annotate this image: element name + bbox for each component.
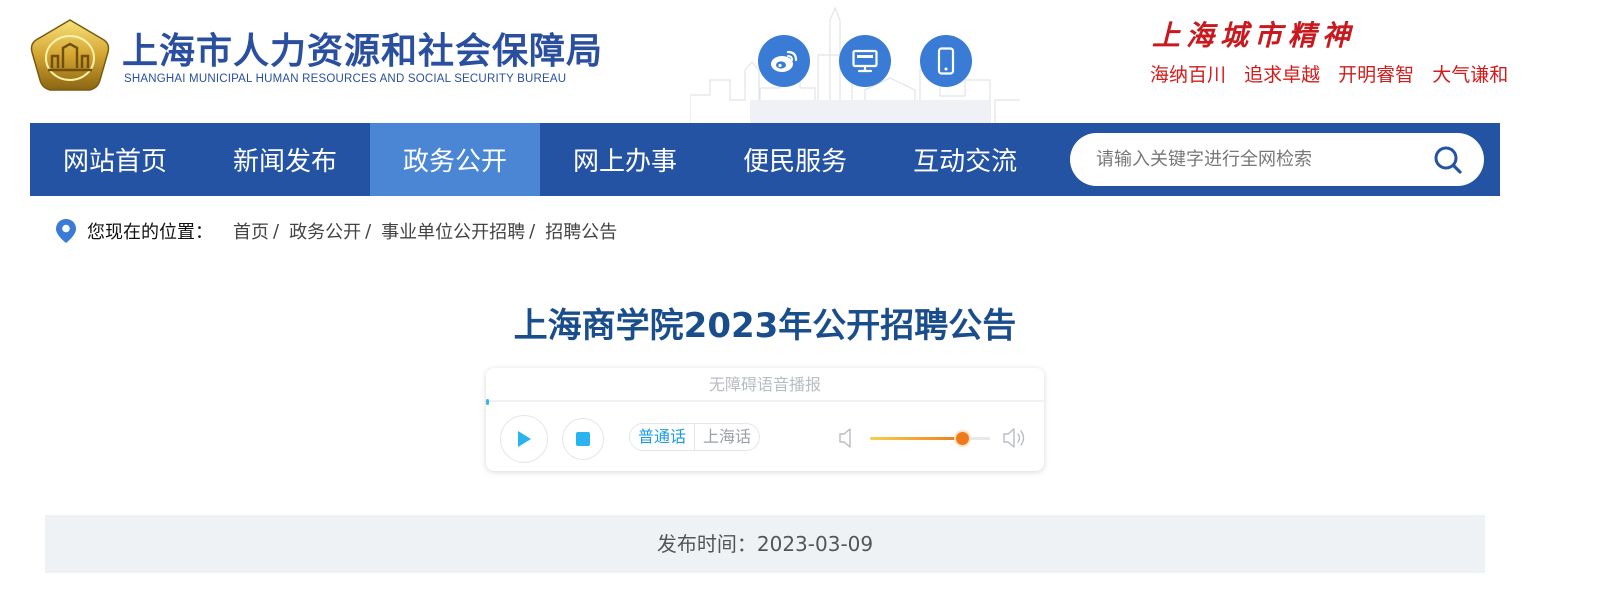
city-spirit-title: 上海城市精神 [1152,19,1357,52]
main-nav: 网站首页 新闻发布 政务公开 网上办事 便民服务 互动交流 [30,123,1500,196]
breadcrumb-separator: / [529,220,536,242]
nav-item-news[interactable]: 新闻发布 [200,123,370,196]
breadcrumb-link-recruitment[interactable]: 事业单位公开招聘 [381,218,525,244]
stop-icon [576,432,590,446]
volume-handle[interactable] [956,432,970,445]
dialect-shanghainese[interactable]: 上海话 [695,424,759,450]
voice-broadcast-player: 无障碍语音播报 普通话 上海话 [486,368,1044,471]
org-name-en: SHANGHAI MUNICIPAL HUMAN RESOURCES AND S… [124,73,567,85]
motto-phrase: 大气谦和 [1432,64,1509,86]
nav-item-home[interactable]: 网站首页 [30,123,200,196]
breadcrumb-link-home[interactable]: 首页 [233,218,269,244]
volume-high-icon[interactable] [1002,426,1028,450]
breadcrumb-link-government-affairs[interactable]: 政务公开 [289,218,361,244]
search-input[interactable] [1096,143,1416,176]
mobile-icon [937,47,955,75]
org-name-cn: 上海市人力资源和社会保障局 [122,31,604,72]
mobile-site-link[interactable] [920,35,972,87]
site-header: 上海市人力资源和社会保障局 SHANGHAI MUNICIPAL HUMAN R… [0,0,1601,123]
weibo-link[interactable] [758,35,810,87]
nav-item-online-services[interactable]: 网上办事 [540,123,710,196]
motto-phrase: 追求卓越 [1244,64,1321,86]
city-spirit-motto: 海纳百川 追求卓越 开明睿智 大气谦和 [1150,60,1520,87]
player-title: 无障碍语音播报 [486,368,1044,402]
play-button[interactable] [500,415,548,463]
motto-phrase: 海纳百川 [1150,64,1227,86]
stop-button[interactable] [562,418,604,460]
volume-slider[interactable] [870,432,990,445]
nav-item-public-services[interactable]: 便民服务 [710,123,880,196]
search-icon[interactable] [1432,145,1464,175]
bureau-emblem-logo[interactable] [30,18,110,94]
desktop-icon [852,49,878,73]
breadcrumb-label: 您现在的位置： [87,222,213,243]
nav-item-government-affairs[interactable]: 政务公开 [370,123,541,196]
weibo-icon [771,50,798,72]
dialect-mandarin[interactable]: 普通话 [630,424,696,450]
platform-links [758,35,972,87]
nav-item-interaction[interactable]: 互动交流 [880,123,1050,196]
volume-fill [870,437,963,440]
location-pin-icon [56,219,76,243]
article-title: 上海商学院2023年公开招聘公告 [513,306,1017,346]
breadcrumb-link-announcements[interactable]: 招聘公告 [545,218,617,244]
breadcrumb-separator: / [273,220,280,242]
search-box [1070,133,1484,186]
motto-phrase: 开明睿智 [1338,64,1415,86]
playback-progress[interactable] [486,399,489,405]
volume-low-icon[interactable] [838,427,854,449]
publish-time: 发布时间：2023-03-09 [45,515,1485,573]
breadcrumb: 您现在的位置： 首页 / 政务公开 / 事业单位公开招聘 / 招聘公告 [55,216,617,246]
nav-menu: 网站首页 新闻发布 政务公开 网上办事 便民服务 互动交流 [30,123,1050,196]
breadcrumb-separator: / [365,220,372,242]
dialect-switch: 普通话 上海话 [629,423,761,451]
pc-site-link[interactable] [839,35,891,87]
play-icon [518,431,531,447]
